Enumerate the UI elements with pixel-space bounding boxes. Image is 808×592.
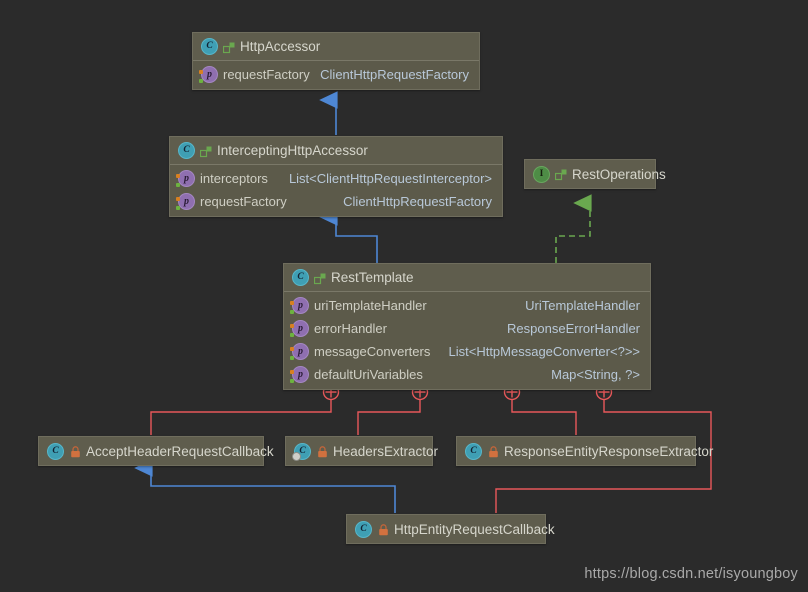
edge-resttemplate-to-acceptheader — [151, 400, 331, 435]
member-type: ResponseErrorHandler — [507, 321, 640, 336]
property-icon: p — [292, 366, 309, 383]
class-node-header[interactable]: C AcceptHeaderRequestCallback — [39, 437, 263, 465]
member-name: requestFactory — [223, 67, 310, 82]
class-node-header[interactable]: C RestTemplate — [284, 264, 650, 292]
class-name: AcceptHeaderRequestCallback — [86, 444, 274, 459]
interface-node-header[interactable]: I RestOperations — [525, 160, 655, 188]
member-row[interactable]: p interceptors List<ClientHttpRequestInt… — [170, 167, 502, 190]
interface-icon: I — [533, 166, 550, 183]
subclass-icon — [223, 41, 235, 53]
class-icon: C — [355, 521, 372, 538]
class-node-acceptheaderrequestcallback[interactable]: C AcceptHeaderRequestCallback — [38, 436, 264, 466]
class-node-headersextractor[interactable]: C HeadersExtractor — [285, 436, 433, 466]
member-name: messageConverters — [314, 344, 430, 359]
interface-name: RestOperations — [572, 167, 666, 182]
edge-resttemplate-to-responseentity — [512, 400, 576, 435]
lock-icon — [378, 523, 389, 535]
class-icon: C — [47, 443, 64, 460]
member-type: List<ClientHttpRequestInterceptor> — [289, 171, 492, 186]
lock-icon — [317, 445, 328, 457]
member-row[interactable]: p uriTemplateHandler UriTemplateHandler — [284, 294, 650, 317]
member-name: errorHandler — [314, 321, 387, 336]
watermark: https://blog.csdn.net/isyoungboy — [584, 566, 798, 582]
class-node-httpaccessor[interactable]: C HttpAccessor p requestFactory ClientHt… — [192, 32, 480, 90]
class-static-icon: C — [294, 443, 311, 460]
member-row[interactable]: p requestFactory ClientHttpRequestFactor… — [170, 190, 502, 213]
property-icon: p — [292, 343, 309, 360]
member-row[interactable]: p requestFactory ClientHttpRequestFactor… — [193, 63, 479, 86]
member-row[interactable]: p errorHandler ResponseErrorHandler — [284, 317, 650, 340]
class-node-header[interactable]: C HttpEntityRequestCallback — [347, 515, 545, 543]
class-node-responseentityresponseextractor[interactable]: C ResponseEntityResponseExtractor — [456, 436, 696, 466]
property-icon: p — [178, 170, 195, 187]
class-name: ResponseEntityResponseExtractor — [504, 444, 713, 459]
member-type: Map<String, ?> — [551, 367, 640, 382]
class-icon: C — [292, 269, 309, 286]
class-node-interceptinghttpaccessor[interactable]: C InterceptingHttpAccessor p interceptor… — [169, 136, 503, 217]
interface-node-restoperations[interactable]: I RestOperations — [524, 159, 656, 189]
member-type: ClientHttpRequestFactory — [343, 194, 492, 209]
class-name: InterceptingHttpAccessor — [217, 143, 368, 158]
edge-httpentity-to-acceptheader — [151, 468, 395, 513]
class-members: p uriTemplateHandler UriTemplateHandler … — [284, 292, 650, 389]
uml-class-diagram: C HttpAccessor p requestFactory ClientHt… — [0, 0, 808, 592]
class-name: HttpEntityRequestCallback — [394, 522, 555, 537]
edge-resttemplate-to-restoperations — [556, 203, 590, 263]
class-icon: C — [201, 38, 218, 55]
lock-icon — [488, 445, 499, 457]
member-type: List<HttpMessageConverter<?>> — [449, 344, 641, 359]
class-node-header[interactable]: C HeadersExtractor — [286, 437, 432, 465]
member-name: uriTemplateHandler — [314, 298, 427, 313]
class-icon: C — [178, 142, 195, 159]
class-node-httpentityrequestcallback[interactable]: C HttpEntityRequestCallback — [346, 514, 546, 544]
property-icon: p — [292, 297, 309, 314]
class-node-header[interactable]: C HttpAccessor — [193, 33, 479, 61]
edge-resttemplate-to-headersextractor — [358, 400, 420, 435]
member-type: ClientHttpRequestFactory — [320, 67, 469, 82]
subclass-icon — [314, 272, 326, 284]
property-icon: p — [201, 66, 218, 83]
class-members: p interceptors List<ClientHttpRequestInt… — [170, 165, 502, 216]
member-name: interceptors — [200, 171, 268, 186]
member-name: defaultUriVariables — [314, 367, 423, 382]
class-node-resttemplate[interactable]: C RestTemplate p uriTemplateHandler UriT… — [283, 263, 651, 390]
class-node-header[interactable]: C ResponseEntityResponseExtractor — [457, 437, 695, 465]
property-icon: p — [292, 320, 309, 337]
edge-resttemplate-to-intercepting — [336, 217, 377, 263]
class-icon: C — [465, 443, 482, 460]
lock-icon — [70, 445, 81, 457]
subclass-icon — [555, 168, 567, 180]
class-members: p requestFactory ClientHttpRequestFactor… — [193, 61, 479, 89]
property-icon: p — [178, 193, 195, 210]
member-name: requestFactory — [200, 194, 287, 209]
subclass-icon — [200, 145, 212, 157]
class-name: HeadersExtractor — [333, 444, 438, 459]
class-node-header[interactable]: C InterceptingHttpAccessor — [170, 137, 502, 165]
member-row[interactable]: p defaultUriVariables Map<String, ?> — [284, 363, 650, 386]
member-type: UriTemplateHandler — [525, 298, 640, 313]
class-name: HttpAccessor — [240, 39, 320, 54]
member-row[interactable]: p messageConverters List<HttpMessageConv… — [284, 340, 650, 363]
class-name: RestTemplate — [331, 270, 414, 285]
